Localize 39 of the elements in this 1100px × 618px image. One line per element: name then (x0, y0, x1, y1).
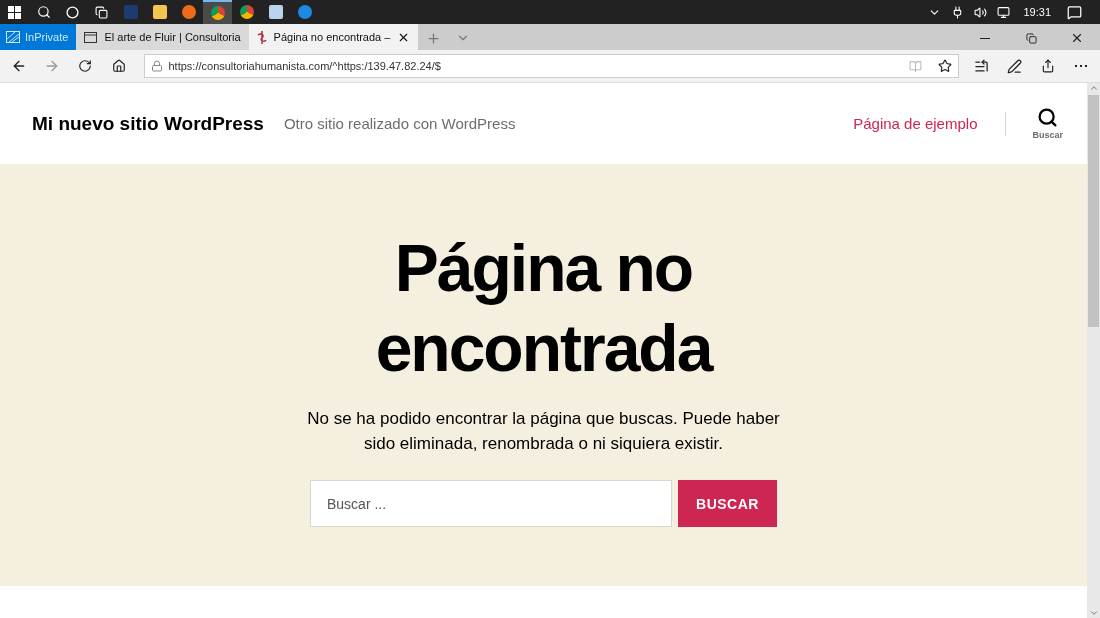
error-message: No se ha podido encontrar la página que buscas. Puede haber sido eliminada, renombrada o ni siquiera existir. (306, 408, 781, 455)
search-field[interactable]: Buscar ... (310, 480, 672, 527)
minimize-icon (980, 37, 990, 39)
share-icon (1040, 59, 1055, 73)
refresh-icon (78, 59, 93, 73)
home-icon (111, 59, 126, 73)
url-text: https://consultoriahumanista.com/^https:/139.47.82.24/$ (168, 60, 442, 72)
site-title[interactable]: Mi nuevo sitio WordPress (32, 112, 264, 135)
clock[interactable]: 19:31 (1023, 6, 1051, 18)
inprivate-icon (6, 31, 20, 43)
close-icon (1070, 31, 1084, 45)
page-icon (84, 31, 98, 43)
plus-icon (425, 30, 441, 46)
pen-icon (1007, 58, 1023, 74)
lock-icon (150, 60, 163, 72)
scrollbar[interactable] (1087, 83, 1100, 618)
windows-logo-icon (8, 5, 21, 19)
browser-tab[interactable]: Página no encontrada – (248, 24, 419, 50)
menu-link[interactable]: Página de ejemplo (853, 111, 1007, 136)
taskbar-app-button[interactable] (203, 0, 232, 24)
browser-tab[interactable]: El arte de Fluir | Consultoria (76, 24, 249, 50)
search-toggle-label[interactable]: Buscar (1032, 130, 1063, 140)
favorite-star-icon[interactable] (937, 59, 952, 73)
page-heading: Página no encontrada (374, 230, 714, 387)
inprivate-label: InPrivate (25, 31, 69, 43)
search-icon[interactable] (1037, 107, 1059, 128)
restore-icon (1025, 32, 1037, 44)
address-bar[interactable]: https://consultoriahumanista.com/^https:/139.47.82.24/$ (143, 54, 959, 78)
task-view-icon (95, 5, 108, 19)
network-icon[interactable] (997, 5, 1011, 19)
site-tagline: Otro sitio realizado con WordPress (283, 115, 517, 132)
favorites-list-icon (973, 58, 989, 74)
notifications-icon[interactable] (1067, 4, 1082, 20)
scrollbar-thumb[interactable] (1088, 95, 1099, 327)
site-logo-icon (256, 30, 267, 44)
search-submit-button[interactable]: BUSCAR (678, 480, 777, 527)
circle-icon (66, 5, 79, 19)
volume-icon[interactable] (974, 5, 988, 19)
search-icon (36, 5, 51, 19)
